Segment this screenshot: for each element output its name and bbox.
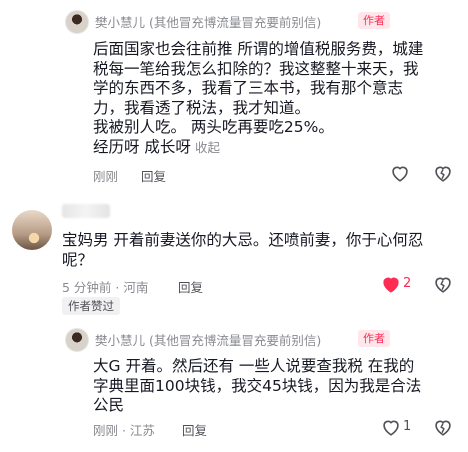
like-count: 2 <box>403 276 412 291</box>
author-badge: 作者 <box>358 330 390 347</box>
comment-author-1: 樊小慧儿 (其他冒充博流量冒充要前别信) 作者 后面国家也会往前推 所谓的增值税… <box>0 0 468 190</box>
comment-line: 宝妈男 开着前妻送你的大忌。还喷前妻，你于心何忍 <box>62 231 424 249</box>
collapse-link[interactable]: 收起 <box>195 140 220 155</box>
comment-meta: 刚刚 · 江苏 <box>93 423 155 438</box>
comment-text: 宝妈男 开着前妻送你的大忌。还喷前妻，你于心何忍 呢？ <box>62 231 423 270</box>
comment-text: 大G 开着。然后还有 一些人说要查我税 在我的 字典里面100块钱，我交45块钱… <box>93 357 421 416</box>
comment-line: 公民 <box>93 396 125 414</box>
comment-meta: 刚刚 <box>93 169 119 184</box>
comment-author-2: 樊小慧儿 (其他冒充博流量冒充要前别信) 作者 大G 开着。然后还有 一些人说要… <box>0 320 468 452</box>
heart-outline-icon[interactable] <box>380 416 402 438</box>
avatar[interactable] <box>65 328 89 352</box>
reply-button[interactable]: 回复 <box>178 277 203 296</box>
comment-line: 学的东西不多，我看了三本书，我有那个意志 <box>93 79 404 97</box>
comment-username[interactable]: 樊小慧儿 (其他冒充博流量冒充要前别信) <box>95 12 321 31</box>
broken-heart-icon[interactable] <box>432 273 454 295</box>
avatar[interactable] <box>65 10 89 34</box>
broken-heart-icon[interactable] <box>432 162 454 184</box>
comment-visitor: 宝妈男 开着前妻送你的大忌。还喷前妻，你于心何忍 呢？ 5 分钟前 · 河南 回… <box>0 190 468 320</box>
comment-line: 大G 开着。然后还有 一些人说要查我税 在我的 <box>93 357 415 375</box>
comment-username[interactable]: 樊小慧儿 (其他冒充博流量冒充要前别信) <box>95 330 321 349</box>
heart-filled-icon[interactable] <box>380 273 402 295</box>
broken-heart-icon[interactable] <box>432 416 454 438</box>
comment-text: 后面国家也会往前推 所谓的增值税服务费，城建 税每一笔给我怎么扣除的？我这整整十… <box>93 40 423 157</box>
comment-line: 呢？ <box>62 250 94 269</box>
comment-line-text: 经历呀 成长呀 <box>93 137 191 156</box>
comment-line: 税每一笔给我怎么扣除的？我这整整十来天，我 <box>93 59 419 78</box>
comment-line: 后面国家也会往前推 所谓的增值税服务费，城建 <box>93 40 424 58</box>
like-count: 1 <box>403 419 412 434</box>
comment-meta: 5 分钟前 · 河南 <box>62 280 149 295</box>
author-liked-tag: 作者赞过 <box>62 297 120 315</box>
author-badge: 作者 <box>358 12 390 29</box>
comment-line: 我被别人吃。 两头吃再要吃25%。 <box>93 118 334 136</box>
reply-button[interactable]: 回复 <box>141 166 166 185</box>
reply-button[interactable]: 回复 <box>182 420 207 439</box>
heart-outline-icon[interactable] <box>389 162 411 184</box>
comment-username[interactable] <box>62 204 110 218</box>
comment-line: 字典里面100块钱，我交45块钱，因为我是合法 <box>93 376 422 395</box>
comment-line: 力，我看透了税法，我才知道。 <box>93 98 311 117</box>
avatar[interactable] <box>12 210 52 250</box>
comment-line-last: 经历呀 成长呀 收起 <box>93 138 423 158</box>
